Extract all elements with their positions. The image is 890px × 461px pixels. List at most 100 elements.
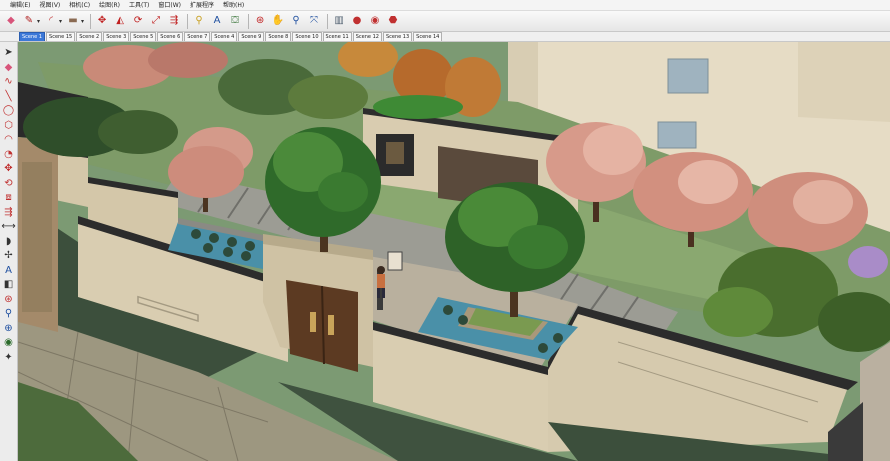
scene-tab-bar: Scene 1 Scene 15 Scene 2 Scene 3 Scene 5 Scen… — [0, 32, 890, 42]
toolbar-separator — [248, 13, 250, 29]
menu-item[interactable]: 视图(V) — [39, 0, 60, 11]
axes-tool-button[interactable]: ✢ — [2, 249, 15, 262]
scene-tab[interactable]: Scene 6 — [157, 32, 184, 41]
orbit-icon: ⊛ — [255, 15, 265, 26]
push-pull-button[interactable]: ◭ — [113, 14, 127, 28]
section-plane-tool-button[interactable]: ◧ — [2, 278, 15, 291]
position-camera-tool-button[interactable]: ✦ — [2, 351, 15, 364]
menu-item[interactable]: 绘图(R) — [99, 0, 120, 11]
follow-me-button[interactable]: ⇶ — [167, 14, 181, 28]
menu-item[interactable]: 相机(C) — [69, 0, 90, 11]
3d-viewport[interactable] — [18, 42, 890, 461]
scale-icon: ⤢ — [152, 15, 161, 26]
scene-tab[interactable]: Scene 1 — [19, 32, 46, 41]
freehand-tool-icon: ∿ — [4, 76, 13, 87]
menu-item[interactable]: 工具(T) — [129, 0, 149, 11]
scene-tab[interactable]: Scene 14 — [413, 32, 443, 41]
scene-tab[interactable]: Scene 13 — [382, 32, 413, 41]
scene-tab[interactable]: Scene 3 — [103, 32, 130, 41]
pan-button[interactable]: ✋ — [271, 14, 285, 28]
move-icon: ✥ — [97, 15, 107, 26]
text-tool-button[interactable]: A — [2, 264, 15, 277]
follow-me-icon: ⇶ — [169, 15, 179, 26]
styles-icon: ◉ — [370, 15, 380, 26]
scene-tab[interactable]: Scene 15 — [46, 32, 76, 41]
eraser-tool-button[interactable]: ◆ — [2, 61, 15, 74]
tool-palette: ➤ ◆ ∿ ╲ ◯ ⬡ ◠ ◔ ✥ ⟲ ⧈ ⇶ ⟷ ◗ ✢ A ◧ ⊛ ⚲ ⊕ ◉ ✦ — [0, 42, 18, 461]
follow-me-tool-button[interactable]: ⇶ — [2, 206, 15, 219]
select-tool-button[interactable]: ➤ — [2, 46, 15, 59]
pencil-button[interactable]: ✎ — [22, 14, 36, 28]
materials-button[interactable]: ● — [350, 14, 364, 28]
warehouse-icon: ⬣ — [388, 15, 398, 26]
protractor-tool-button[interactable]: ◗ — [2, 235, 15, 248]
zoom-button[interactable]: ⚲ — [289, 14, 303, 28]
chevron-down-icon[interactable]: ▾ — [59, 18, 62, 25]
freehand-tool-button[interactable]: ∿ — [2, 75, 15, 88]
components-button[interactable]: ▥ — [332, 14, 346, 28]
eraser-tool-icon: ◆ — [4, 61, 13, 73]
circle-tool-icon: ◯ — [2, 105, 15, 116]
garden-model-render — [18, 42, 890, 461]
styles-button[interactable]: ◉ — [368, 14, 382, 28]
zoom-icon: ⚲ — [292, 15, 300, 26]
rotate-button[interactable]: ⟳ — [131, 14, 145, 28]
pie-tool-button[interactable]: ◔ — [2, 148, 15, 161]
arc-tool-button[interactable]: ◠ — [2, 133, 15, 146]
building-window — [657, 121, 697, 149]
line-tool-button[interactable]: ╲ — [2, 90, 15, 103]
zoom-window-tool-button[interactable]: ⚲ — [2, 307, 15, 320]
toolbar-separator — [327, 13, 329, 29]
chevron-down-icon[interactable]: ▾ — [37, 18, 40, 25]
arc-tool-icon: ◠ — [4, 134, 13, 145]
offset-tool-icon: ⧈ — [5, 192, 12, 203]
scene-tab[interactable]: Scene 9 — [238, 32, 265, 41]
components-icon: ▥ — [334, 15, 344, 26]
protractor-tool-icon: ◗ — [5, 235, 12, 247]
orbit-tool-button[interactable]: ⊛ — [2, 293, 15, 306]
scene-tab[interactable]: Scene 7 — [184, 32, 211, 41]
menu-item[interactable]: 编辑(E) — [10, 0, 30, 11]
offset-tool-button[interactable]: ⧈ — [2, 191, 15, 204]
follow-me-tool-icon: ⇶ — [4, 206, 13, 218]
menu-item[interactable]: 窗口(W) — [158, 0, 181, 11]
menu-item[interactable]: 扩展程序 — [190, 0, 214, 11]
orbit-button[interactable]: ⊛ — [253, 14, 267, 28]
rotate-tool-icon: ⟲ — [4, 177, 13, 189]
rectangle-button[interactable]: ▬ — [66, 14, 80, 28]
scene-tab[interactable]: Scene 10 — [292, 32, 322, 41]
scene-tab[interactable]: Scene 12 — [352, 32, 382, 41]
scale-button[interactable]: ⤢ — [149, 14, 163, 28]
scene-tab[interactable]: Scene 8 — [265, 32, 292, 41]
move-tool-icon: ✥ — [4, 163, 13, 174]
move-button[interactable]: ✥ — [95, 14, 109, 28]
scene-tab[interactable]: Scene 2 — [76, 32, 103, 41]
polygon-tool-button[interactable]: ⬡ — [2, 119, 15, 132]
warehouse-button[interactable]: ⬣ — [386, 14, 400, 28]
chevron-down-icon[interactable]: ▾ — [81, 18, 84, 25]
orbit-tool-icon: ⊛ — [4, 293, 13, 305]
text-button[interactable]: A — [210, 14, 224, 28]
arc-icon: ◜ — [49, 15, 53, 26]
rotate-tool-button[interactable]: ⟲ — [2, 177, 15, 190]
arc-button[interactable]: ◜ — [44, 14, 58, 28]
axes-tool-icon: ✢ — [4, 250, 13, 261]
walk-tool-button[interactable]: ◉ — [2, 336, 15, 349]
menu-item[interactable]: 帮助(H) — [223, 0, 244, 11]
scene-tab[interactable]: Scene 11 — [322, 32, 352, 41]
scene-tab[interactable]: Scene 4 — [211, 32, 238, 41]
eraser-button[interactable]: ◆ — [4, 14, 18, 28]
circle-tool-button[interactable]: ◯ — [2, 104, 15, 117]
dimension-tool-button[interactable]: ⟷ — [1, 220, 15, 233]
main-toolbar: ◆ ✎ ▾ ◜ ▾ ▬ ▾ ✥ ◭ ⟳ ⤢ ⇶ ⚲ A ⛋ ⊛ ✋ ⚲ ⤧ ▥ ● ◉ ⬣ — [0, 11, 890, 32]
paint-bucket-button[interactable]: ⛋ — [228, 14, 242, 28]
text-tool-icon: A — [5, 264, 12, 276]
polygon-tool-icon: ⬡ — [4, 119, 13, 131]
scene-tab[interactable]: Scene 5 — [130, 32, 157, 41]
zoom-extents-icon: ⤧ — [310, 15, 319, 26]
move-tool-button[interactable]: ✥ — [2, 162, 15, 175]
zoom-extents-button[interactable]: ⤧ — [307, 14, 321, 28]
zoom-extents-tool-button[interactable]: ⊕ — [2, 322, 15, 335]
tape-measure-button[interactable]: ⚲ — [192, 14, 206, 28]
select-tool-icon: ➤ — [4, 47, 13, 58]
